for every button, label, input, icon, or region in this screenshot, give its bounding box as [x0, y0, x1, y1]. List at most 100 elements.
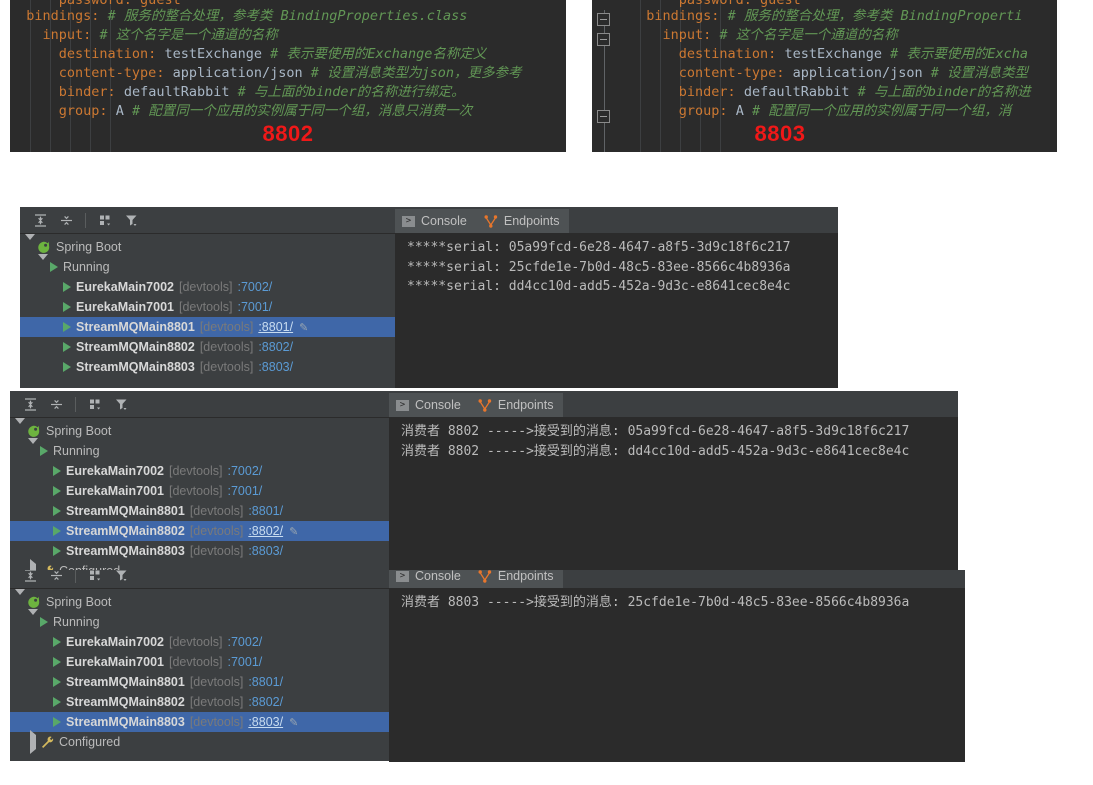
service-port-link[interactable]: :8803/ — [248, 715, 283, 729]
tree-item-eurekamain7001[interactable]: EurekaMain7001 [devtools]:7001/ — [10, 652, 389, 672]
tree-node-label: Spring Boot — [56, 240, 122, 254]
service-port-link[interactable]: :8801/ — [248, 675, 283, 689]
tree-item-eurekamain7001[interactable]: EurekaMain7001 [devtools] :7001/ — [20, 297, 395, 317]
service-port-link[interactable]: :7002/ — [228, 464, 263, 478]
service-port-link[interactable]: :7002/ — [228, 635, 263, 649]
tree-item-streammqmain8801[interactable]: StreamMQMain8801 [devtools]:8801/ ✎ — [20, 317, 395, 337]
tree-item-eurekamain7002[interactable]: EurekaMain7002 [devtools]:7002/ — [10, 461, 389, 481]
tree-node-configured[interactable]: Configured — [10, 730, 389, 754]
console-tab-bar: > Console Endpoints — [389, 391, 958, 417]
tree-item-streammqmain8803[interactable]: StreamMQMain8803 [devtools]:8803/ — [20, 357, 395, 377]
edit-pencil-icon[interactable]: ✎ — [289, 716, 298, 729]
tree-item-streammqmain8802[interactable]: StreamMQMain8802 [devtools]:8802/ — [20, 337, 395, 357]
tree-item-eurekamain7002[interactable]: EurekaMain7002 [devtools]:7002/ — [10, 632, 389, 652]
service-port-link[interactable]: :8803/ — [248, 544, 283, 558]
tab-console[interactable]: > Console — [389, 570, 471, 588]
service-port-link[interactable]: :8801/ — [248, 504, 283, 518]
group-by-icon[interactable] — [83, 393, 107, 415]
chevron-down-icon[interactable] — [25, 234, 35, 254]
tree-item-streammqmain8803[interactable]: StreamMQMain8803 [devtools]:8803/ — [10, 541, 389, 561]
services-section-8803: Spring Boot Running EurekaMain7002 [devtool… — [10, 570, 965, 765]
service-port-link[interactable]: :7001/ — [238, 300, 273, 314]
run-icon — [53, 506, 61, 516]
tree-node-running[interactable]: Running — [10, 609, 389, 632]
devtools-tag: [devtools] — [178, 300, 233, 314]
run-icon — [40, 617, 48, 627]
devtools-tag: [devtools] — [189, 504, 244, 518]
console-line: *****serial: 25cfde1e-7b0d-48c5-83ee-856… — [407, 259, 791, 275]
group-by-icon[interactable] — [93, 209, 117, 231]
run-icon — [63, 302, 71, 312]
endpoints-icon — [478, 570, 492, 583]
tree-item-streammqmain8803[interactable]: StreamMQMain8803 [devtools]:8803/ ✎ — [10, 712, 389, 732]
console-output[interactable]: *****serial: 05a99fcd-6e28-4647-a8f5-3d9… — [395, 233, 838, 388]
tree-node-spring-boot[interactable]: Spring Boot — [10, 589, 389, 612]
code-panel-8802[interactable]: password: guest bindings: # 服务的整合处理，参考类 … — [10, 0, 566, 152]
run-icon — [53, 546, 61, 556]
chevron-down-icon[interactable] — [15, 589, 25, 609]
tree-node-label: Spring Boot — [46, 595, 112, 609]
tree-node-spring-boot[interactable]: Spring Boot — [10, 418, 389, 441]
tree-node-running[interactable]: Running — [20, 254, 395, 277]
tree-item-streammqmain8801[interactable]: StreamMQMain8801 [devtools]:8801/ — [10, 501, 389, 521]
console-output[interactable]: 消费者 8802 ----->接受到的消息: 05a99fcd-6e28-464… — [389, 417, 958, 575]
group-by-icon[interactable] — [83, 570, 107, 586]
run-icon — [40, 446, 48, 456]
tree-node-spring-boot[interactable]: Spring Boot — [20, 234, 395, 257]
chevron-right-icon[interactable] — [30, 730, 36, 754]
tree-node-running[interactable]: Running — [10, 438, 389, 461]
filter-icon[interactable] — [109, 393, 133, 415]
code-line: bindings: # 服务的整合处理，参考类 BindingPropertie… — [26, 8, 468, 24]
collapse-all-icon[interactable] — [54, 209, 78, 231]
expand-all-icon[interactable] — [18, 393, 42, 415]
tree-item-streammqmain8802[interactable]: StreamMQMain8802 [devtools]:8802/ ✎ — [10, 521, 389, 541]
console-output[interactable]: 消费者 8803 ----->接受到的消息: 25cfde1e-7b0d-48c… — [389, 588, 965, 762]
chevron-down-icon[interactable] — [38, 254, 48, 274]
services-toolbar — [10, 391, 389, 418]
service-port-link[interactable]: :8803/ — [258, 360, 293, 374]
service-name: EurekaMain7001 — [66, 484, 164, 498]
run-icon — [53, 526, 61, 536]
tree-item-eurekamain7002[interactable]: EurekaMain7002 [devtools]:7002/ — [20, 277, 395, 297]
edit-pencil-icon[interactable]: ✎ — [289, 525, 298, 538]
expand-all-icon[interactable] — [28, 209, 52, 231]
service-port-link[interactable]: :7001/ — [228, 655, 263, 669]
run-icon — [63, 282, 71, 292]
run-icon — [53, 637, 61, 647]
run-icon — [63, 322, 71, 332]
tree-item-streammqmain8802[interactable]: StreamMQMain8802 [devtools]:8802/ — [10, 692, 389, 712]
chevron-down-icon[interactable] — [28, 438, 38, 458]
tab-console[interactable]: > Console — [395, 209, 477, 233]
collapse-all-icon[interactable] — [44, 570, 68, 586]
endpoints-icon — [478, 398, 492, 412]
code-line: binder: defaultRabbit # 与上面的binder的名称进行绑… — [58, 84, 465, 100]
service-port-link[interactable]: :8801/ — [258, 320, 293, 334]
tab-endpoints[interactable]: Endpoints — [470, 393, 564, 417]
service-port-link[interactable]: :8802/ — [248, 524, 283, 538]
tab-console[interactable]: > Console — [389, 393, 471, 417]
service-name: EurekaMain7001 — [76, 300, 174, 314]
chevron-down-icon[interactable] — [15, 418, 25, 438]
service-name: EurekaMain7002 — [66, 464, 164, 478]
tab-label: Endpoints — [497, 398, 554, 412]
filter-icon[interactable] — [109, 570, 133, 586]
service-port-link[interactable]: :7002/ — [238, 280, 273, 294]
chevron-down-icon[interactable] — [28, 609, 38, 629]
services-tree-pane: Spring Boot Running EurekaMain7002 [devtool… — [10, 570, 389, 761]
collapse-all-icon[interactable] — [44, 393, 68, 415]
tab-endpoints[interactable]: Endpoints — [470, 570, 564, 588]
services-toolbar — [20, 207, 395, 234]
filter-icon[interactable] — [119, 209, 143, 231]
expand-all-icon[interactable] — [18, 570, 42, 586]
port-label-8803: 8803 — [754, 121, 806, 146]
service-port-link[interactable]: :8802/ — [248, 695, 283, 709]
code-panel-8803[interactable]: password: guest bindings: # 服务的整合处理，参考类 … — [592, 0, 1057, 152]
tree-item-streammqmain8801[interactable]: StreamMQMain8801 [devtools]:8801/ — [10, 672, 389, 692]
tree-item-eurekamain7001[interactable]: EurekaMain7001 [devtools]:7001/ — [10, 481, 389, 501]
devtools-tag: [devtools] — [189, 715, 244, 729]
service-port-link[interactable]: :7001/ — [228, 484, 263, 498]
edit-pencil-icon[interactable]: ✎ — [299, 321, 308, 334]
tab-endpoints[interactable]: Endpoints — [476, 209, 570, 233]
service-port-link[interactable]: :8802/ — [258, 340, 293, 354]
code-line: destination: testExchange # 表示要使用的Excha — [678, 46, 1029, 62]
